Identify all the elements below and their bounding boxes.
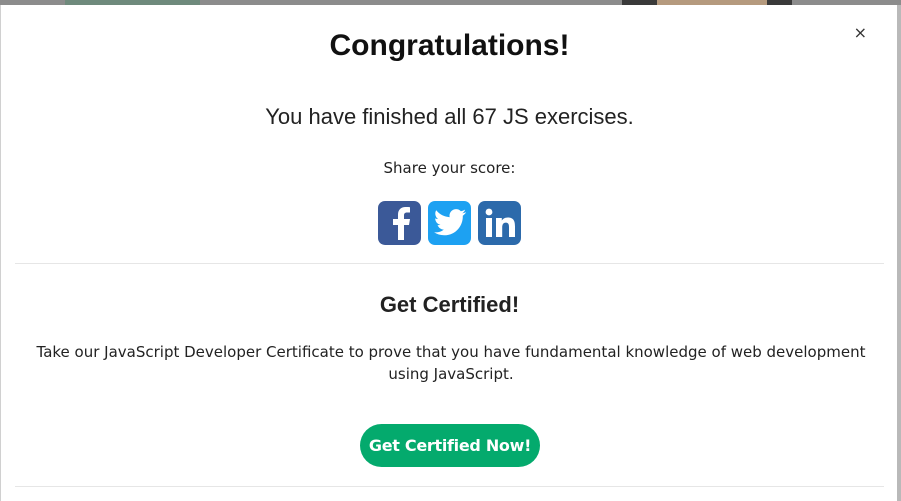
share-buttons (378, 201, 521, 245)
certification-title: Get Certified! (379, 292, 520, 317)
get-certified-button[interactable]: Get Certified Now! (360, 424, 540, 467)
share-label: Share your score: (383, 159, 516, 177)
finished-message: You have finished all 67 JS exercises. (265, 104, 634, 129)
section-divider (15, 263, 884, 264)
congratulations-modal: × Congratulations! You have finished all… (0, 5, 897, 501)
modal-title: Congratulations! (329, 29, 570, 62)
section-divider (15, 486, 884, 487)
linkedin-icon[interactable] (478, 201, 521, 245)
twitter-icon[interactable] (428, 201, 471, 245)
facebook-icon[interactable] (378, 201, 421, 245)
scrollbar-track[interactable] (897, 5, 901, 501)
certification-description: Take our JavaScript Developer Certificat… (36, 343, 866, 383)
